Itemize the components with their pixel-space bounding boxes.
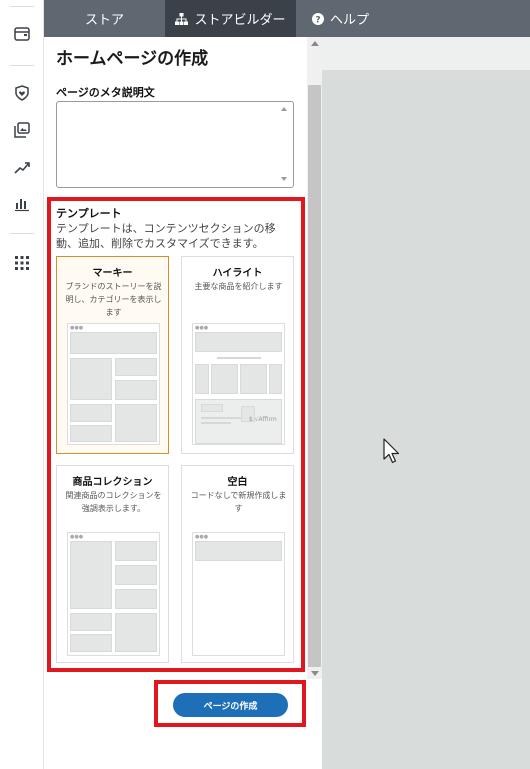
page-title: ホームページの作成 [56,49,209,69]
svg-text:?: ? [315,15,320,25]
card-description: コードなしで新規作成します [190,491,287,513]
template-title: テンプレート [56,207,122,220]
card-title: マーキー [92,268,133,279]
card-title: 商品コレクション [72,477,153,488]
rail-divider [10,65,34,66]
template-card-product-collection[interactable]: 商品コレクション 関連商品のコレクションを強調表示します。 ●●● [56,465,169,663]
card-description: ブランドのストーリーを説明し、カテゴリーを表示します [65,282,162,317]
textarea-scroll-down-icon[interactable] [281,177,287,181]
rail-divider [10,233,34,234]
mouse-cursor-icon [383,438,400,464]
trend-icon[interactable] [14,160,30,176]
icon-rail [0,0,44,769]
tab-store-builder[interactable]: ストアビルダー [165,0,296,37]
template-card-blank[interactable]: 空白 コードなしで新規作成します ●●● [181,465,294,663]
tab-label: ストアビルダー [194,13,286,28]
bar-chart-icon[interactable] [14,196,30,212]
template-thumbnail: ●●● $ √Affirm [192,323,285,445]
template-description: テンプレートは、コンテンツセクションの移動、追加、削除でカスタマイズできます。 [56,222,276,250]
gallery-icon[interactable] [14,122,30,138]
help-icon: ? [312,12,324,25]
scroll-down-icon[interactable] [311,671,319,676]
tab-label: ストア [84,13,124,28]
template-thumbnail: ●●● [67,532,160,656]
shield-heart-icon[interactable] [14,85,30,101]
create-page-button[interactable]: ページの作成 [173,693,288,717]
template-thumbnail: ●●● [67,323,160,445]
template-thumbnail: ●●● [192,532,285,656]
top-nav: ストア ストアビルダー ? ヘルプ [44,0,530,37]
tab-label: ヘルプ [330,13,370,28]
sitemap-icon [175,12,189,25]
preview-header [322,37,530,70]
card-title: 空白 [227,477,248,488]
template-card-highlight[interactable]: ハイライト 主要な商品を紹介します ●●● $ √Affirm [181,256,294,454]
card-description: 関連商品のコレクションを強調表示します。 [65,491,162,513]
rail-divider [10,6,34,7]
preview-canvas[interactable] [322,37,530,769]
tab-store[interactable]: ストア [44,0,165,37]
scroll-up-icon[interactable] [311,41,319,46]
tab-help[interactable]: ? ヘルプ [312,0,402,37]
meta-description-input[interactable] [56,101,294,188]
affirm-logo-text: $ √Affirm [249,416,277,423]
card-title: ハイライト [212,268,263,279]
wallet-icon[interactable] [14,26,30,42]
card-description: 主要な商品を紹介します [194,282,283,291]
meta-description-label: ページのメタ説明文 [56,86,155,99]
scrollbar-thumb[interactable] [308,85,321,667]
template-card-marquee[interactable]: マーキー ブランドのストーリーを説明し、カテゴリーを表示します ●●● [56,256,169,454]
textarea-scroll-up-icon[interactable] [281,107,287,111]
apps-grid-icon[interactable] [14,255,30,271]
